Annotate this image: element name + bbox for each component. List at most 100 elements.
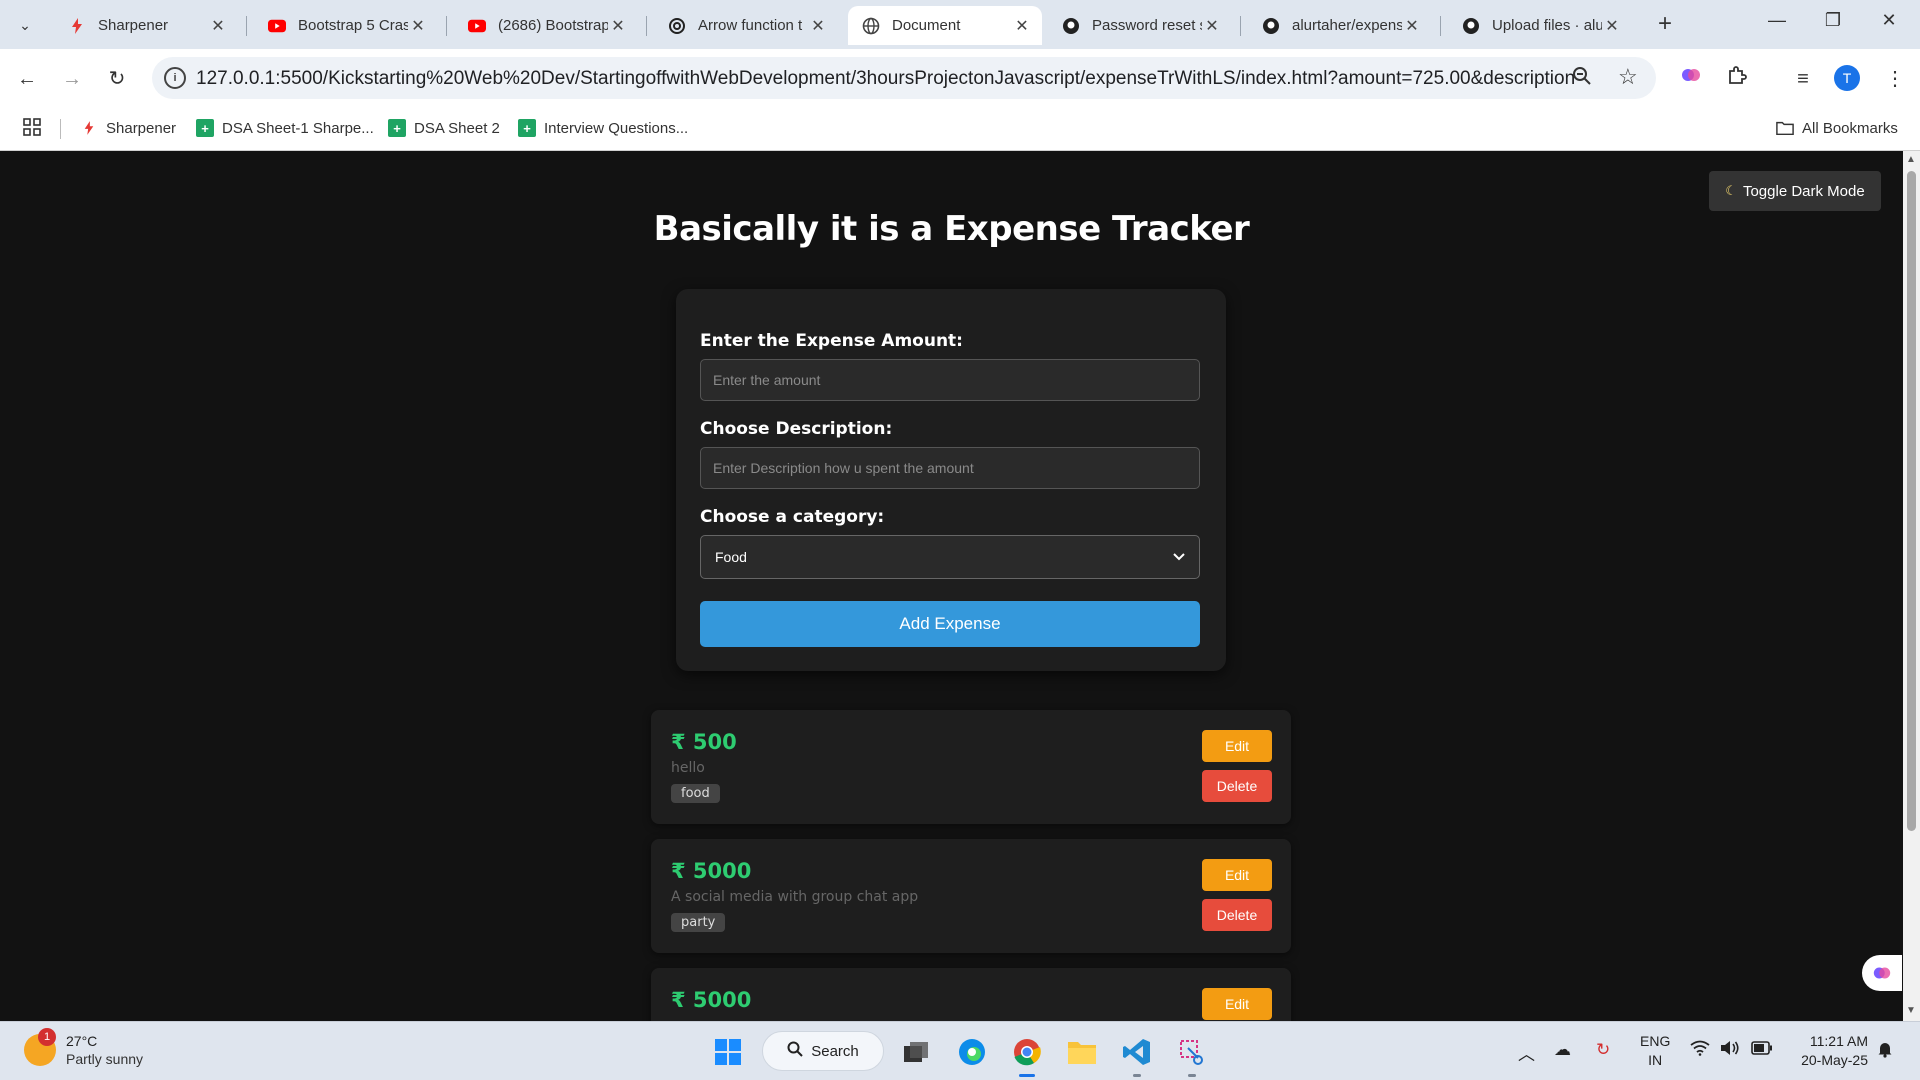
snipping-tool-icon[interactable] [1172,1032,1212,1072]
tab-close-icon[interactable]: ✕ [1012,16,1032,36]
expense-amount: ₹ 5000 [671,859,752,883]
github-icon [1262,17,1280,35]
extensions-puzzle-icon[interactable] [1722,64,1752,94]
chrome-browser-icon[interactable] [1007,1032,1047,1072]
tab-close-icon[interactable]: ✕ [408,16,428,36]
browser-menu-icon[interactable]: ⋮ [1880,64,1910,94]
tab-sharpener[interactable]: Sharpener ✕ [54,6,238,45]
windows-start-icon[interactable] [708,1032,748,1072]
minimize-icon[interactable]: — [1762,10,1792,31]
forward-icon[interactable]: → [57,64,87,94]
tab-close-icon[interactable]: ✕ [1202,16,1222,36]
volume-icon[interactable] [1720,1040,1740,1061]
page-scrollbar[interactable]: ▲ ▼ [1903,151,1920,1021]
tab-password-reset[interactable]: Password reset s ✕ [1048,6,1232,45]
tab-separator [1240,16,1241,36]
url-text[interactable]: 127.0.0.1:5500/Kickstarting%20Web%20Dev/… [196,68,1576,90]
category-select[interactable]: Food [700,535,1200,579]
bookmark-label: DSA Sheet-1 Sharpe... [222,119,374,137]
sync-icon[interactable]: ↻ [1596,1040,1610,1060]
address-bar[interactable]: i 127.0.0.1:5500/Kickstarting%20Web%20De… [152,57,1656,99]
toggle-dark-mode-button[interactable]: ☾ Toggle Dark Mode [1709,171,1881,211]
github-icon [1462,17,1480,35]
tab-close-icon[interactable]: ✕ [608,16,628,36]
running-app-indicator [1188,1074,1196,1077]
tab-bootstrap-crash[interactable]: Bootstrap 5 Cras ✕ [254,6,438,45]
file-explorer-icon[interactable] [1062,1032,1102,1072]
tab-document[interactable]: Document ✕ [848,6,1042,45]
tab-close-icon[interactable]: ✕ [208,16,228,36]
restore-icon[interactable]: ❐ [1818,10,1848,31]
tab-alurtaher-expense[interactable]: alurtaher/expens ✕ [1248,6,1432,45]
edge-browser-icon[interactable] [952,1032,992,1072]
back-icon[interactable]: ← [12,64,42,94]
tab-close-icon[interactable]: ✕ [1602,16,1622,36]
language-region: IN [1648,1052,1663,1068]
chevron-down-icon [1173,550,1185,564]
globe-icon [862,17,880,35]
weather-widget[interactable]: 1 27°C Partly sunny [24,1028,144,1068]
tab-title: Upload files · alu [1492,17,1602,34]
add-expense-button[interactable]: Add Expense [700,601,1200,647]
youtube-icon [468,17,486,35]
vscode-icon[interactable] [1117,1032,1157,1072]
scroll-thumb[interactable] [1907,171,1916,831]
reload-icon[interactable]: ↻ [102,64,132,94]
youtube-icon [268,17,286,35]
weather-condition: Partly sunny [66,1051,144,1067]
tab-arrow-function[interactable]: Arrow function t ✕ [654,6,838,45]
expense-category-badge: food [671,784,720,803]
folder-icon [1776,119,1794,137]
tab-close-icon[interactable]: ✕ [808,16,828,36]
onedrive-offline-icon[interactable]: ☁ [1554,1040,1571,1060]
show-hidden-icons-chevron-icon[interactable]: ︿ [1518,1040,1535,1065]
tab-title: Password reset s [1092,17,1202,34]
scroll-up-arrow-icon[interactable]: ▲ [1906,154,1916,165]
clock-date: 20-May-25 [1801,1052,1868,1068]
amount-input[interactable] [700,359,1200,401]
edit-button[interactable]: Edit [1202,859,1272,891]
delete-button[interactable]: Delete [1202,770,1272,802]
site-info-icon[interactable]: i [164,67,186,89]
taskbar-search-label: Search [811,1042,859,1060]
new-tab-button[interactable]: + [1650,10,1680,38]
sheets-icon: + [518,119,536,137]
bookmark-dsa-sheet-1[interactable]: + DSA Sheet-1 Sharpe... [196,119,374,137]
copilot-sidebar-icon[interactable] [1862,955,1902,991]
tab-title: Arrow function t [698,17,803,34]
wifi-icon[interactable] [1690,1040,1710,1061]
active-app-indicator [1019,1074,1035,1077]
close-window-icon[interactable]: ✕ [1874,10,1904,31]
tab-title: (2686) Bootstrap [498,17,608,34]
apps-grid-icon[interactable] [22,117,42,137]
taskbar-search[interactable]: Search [762,1031,884,1071]
bookmark-sharpener[interactable]: Sharpener [80,119,176,137]
description-input[interactable] [700,447,1200,489]
tab-upload-files[interactable]: Upload files · alu ✕ [1448,6,1632,45]
bookmark-interview-questions[interactable]: + Interview Questions... [518,119,688,137]
edit-button[interactable]: Edit [1202,730,1272,762]
all-bookmarks-folder[interactable]: All Bookmarks [1776,119,1898,137]
edit-button[interactable]: Edit [1202,988,1272,1020]
language-indicator[interactable]: ENG IN [1640,1032,1670,1070]
zoom-icon[interactable] [1572,66,1592,92]
system-clock[interactable]: 11:21 AM 20-May-25 [1782,1032,1868,1070]
scroll-down-arrow-icon[interactable]: ▼ [1906,1005,1916,1016]
windows-taskbar: 1 27°C Partly sunny Search ︿ ☁ ↻ ENG IN … [0,1021,1920,1080]
sharpener-bolt-icon [68,17,86,35]
battery-icon[interactable] [1751,1040,1773,1060]
bookmark-star-icon[interactable]: ☆ [1618,64,1638,90]
copilot-extension-icon[interactable] [1676,64,1706,94]
delete-button[interactable]: Delete [1202,899,1272,931]
search-icon [787,1041,803,1062]
profile-avatar[interactable]: T [1834,65,1860,91]
bookmark-dsa-sheet-2[interactable]: + DSA Sheet 2 [388,119,500,137]
openai-icon [668,17,686,35]
tab-close-icon[interactable]: ✕ [1402,16,1422,36]
task-view-icon[interactable] [896,1032,936,1072]
tab-search-button[interactable]: ⌄ [8,8,42,42]
notifications-bell-icon[interactable] [1876,1040,1894,1063]
tab-bootstrap-video[interactable]: (2686) Bootstrap ✕ [454,6,638,45]
media-control-icon[interactable]: ≡ [1788,64,1818,94]
sheets-icon: + [196,119,214,137]
